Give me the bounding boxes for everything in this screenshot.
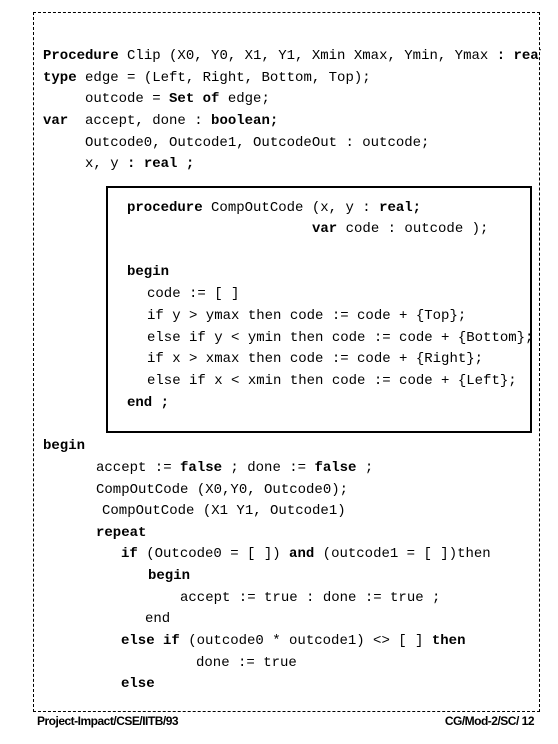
code-keyword: begin [148, 568, 191, 584]
code-text: accept := true : done := true ; [180, 590, 441, 606]
code-line: CompOutCode (X0,Y0, Outcode0); [96, 482, 348, 498]
code-text: code : outcode ); [337, 221, 489, 237]
code-text: if y > ymax then code := code + {Top}; [147, 308, 467, 324]
code-text: ; [356, 460, 374, 476]
code-line: begin [43, 438, 85, 454]
code-keyword: Procedure [43, 48, 119, 64]
code-line: begin [148, 568, 190, 584]
code-keyword: begin [127, 264, 170, 280]
code-text: Clip (X0, Y0, X1, Y1, Xmin Xmax, Ymin, Y… [118, 48, 497, 64]
code-line: Procedure Clip (X0, Y0, X1, Y1, Xmin Xma… [43, 48, 541, 64]
code-keyword: var [312, 221, 338, 237]
code-text: done := true [196, 655, 297, 671]
code-text: ; done := [222, 460, 315, 476]
code-text: (Outcode0 = [ ]) [137, 546, 290, 562]
code-line: else if x < xmin then code := code + {Le… [147, 373, 517, 389]
code-line: Outcode0, Outcode1, OutcodeOut : outcode… [85, 135, 429, 151]
code-line: if x > xmax then code := code + {Right}; [147, 351, 483, 367]
code-line: end [145, 611, 170, 627]
code-text: (outcode0 * outcode1) <> [ ] [179, 633, 432, 649]
code-text: x, y [85, 156, 128, 172]
code-text: edge = (Left, Right, Bottom, Top); [76, 70, 371, 86]
code-keyword: if [121, 546, 138, 562]
code-listing: Procedure Clip (X0, Y0, X1, Y1, Xmin Xma… [0, 0, 541, 744]
code-line: accept := true : done := true ; [180, 590, 440, 606]
code-line: else if (outcode0 * outcode1) <> [ ] the… [121, 633, 465, 649]
code-keyword: repeat [96, 525, 147, 541]
footer-right: CG/Mod-2/SC/ 12 [444, 714, 535, 728]
code-text: accept := [96, 460, 181, 476]
code-line: var code : outcode ); [312, 221, 488, 237]
code-keyword: else [121, 676, 155, 692]
code-line: var accept, done : boolean; [43, 113, 278, 129]
code-line: accept := false ; done := false ; [96, 460, 373, 476]
code-text: (outcode1 = [ ])then [314, 546, 491, 562]
code-text: accept, done : [68, 113, 212, 129]
code-line: if (Outcode0 = [ ]) and (outcode1 = [ ])… [121, 546, 491, 562]
code-keyword: boolean; [211, 113, 279, 129]
code-text: CompOutCode (X1 Y1, Outcode1) [102, 503, 346, 519]
code-keyword: var [43, 113, 69, 129]
code-line: end ; [127, 395, 169, 411]
code-text: end [145, 611, 171, 627]
code-line: else [121, 676, 155, 692]
code-line: if y > ymax then code := code + {Top}; [147, 308, 466, 324]
code-keyword: else if [121, 633, 180, 649]
code-text: if x > xmax then code := code + {Right}; [147, 351, 484, 367]
code-text: edge; [219, 91, 270, 107]
code-keyword: Set of [169, 91, 220, 107]
code-keyword: false [314, 460, 357, 476]
code-line: type edge = (Left, Right, Bottom, Top); [43, 70, 371, 86]
code-line: outcode = Set of edge; [85, 91, 270, 107]
code-keyword: and [289, 546, 315, 562]
code-text: code := [ ] [147, 286, 240, 302]
code-text: CompOutCode (X0,Y0, Outcode0); [96, 482, 349, 498]
code-text: else if x < xmin then code := code + {Le… [147, 373, 517, 389]
code-line: begin [127, 264, 169, 280]
code-line: code := [ ] [147, 286, 239, 302]
code-text: Outcode0, Outcode1, OutcodeOut : outcode… [85, 135, 430, 151]
code-keyword: : real [496, 48, 541, 64]
code-keyword: : real ; [127, 156, 195, 172]
code-keyword: procedure [127, 200, 203, 216]
code-line: repeat [96, 525, 146, 541]
code-line: CompOutCode (X1 Y1, Outcode1) [102, 503, 346, 519]
code-line: x, y : real ; [85, 156, 194, 172]
code-text: CompOutCode (x, y : [202, 200, 380, 216]
code-line: procedure CompOutCode (x, y : real; [127, 200, 421, 216]
code-line: else if y < ymin then code := code + {Bo… [147, 330, 533, 346]
code-keyword: type [43, 70, 77, 86]
code-text: outcode = [85, 91, 170, 107]
footer-left: Project-Impact/CSE/IITB/93 [37, 714, 179, 728]
code-keyword: begin [43, 438, 86, 454]
code-keyword: real; [379, 200, 422, 216]
code-line: done := true [196, 655, 297, 671]
code-keyword: false [180, 460, 223, 476]
code-keyword: end ; [127, 395, 170, 411]
code-keyword: then [431, 633, 466, 649]
code-text: else if y < ymin then code := code + {Bo… [147, 330, 534, 346]
